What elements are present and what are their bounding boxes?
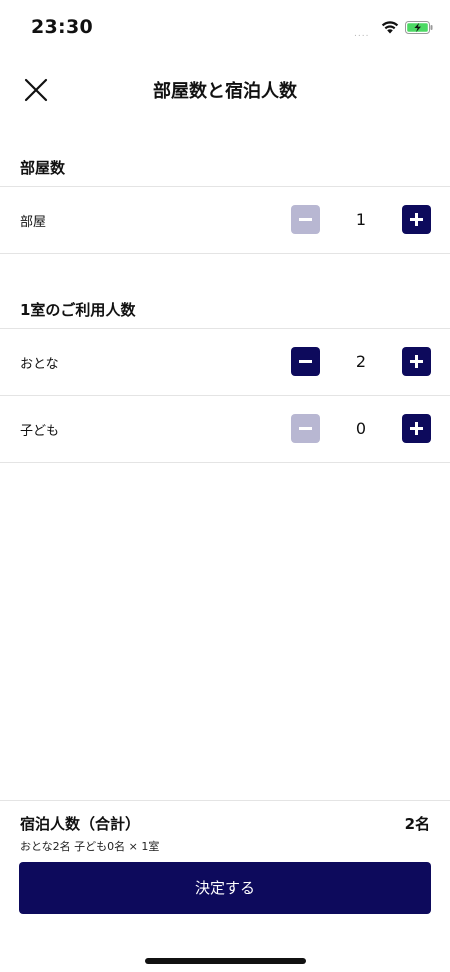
minus-icon (299, 427, 312, 430)
guests-section-heading: 1室のご利用人数 (20, 301, 136, 319)
children-increment-button[interactable] (402, 414, 431, 443)
children-stepper: 0 (291, 414, 431, 444)
minus-icon (299, 360, 312, 363)
guest-breakdown: おとな2名 子ども0名 × 1室 (20, 840, 160, 853)
children-count-value: 0 (355, 419, 367, 438)
children-row: 子ども 0 (0, 396, 450, 462)
confirm-button[interactable]: 決定する (19, 862, 431, 914)
adults-row: おとな 2 (0, 329, 450, 395)
divider (0, 800, 450, 801)
adults-label: おとな (20, 357, 59, 372)
room-count-stepper: 1 (291, 205, 431, 235)
header: 部屋数と宿泊人数 (0, 64, 450, 116)
room-decrement-button[interactable] (291, 205, 320, 234)
divider (0, 253, 450, 254)
room-increment-button[interactable] (402, 205, 431, 234)
divider (0, 462, 450, 463)
rooms-section-heading: 部屋数 (20, 159, 66, 177)
adults-stepper: 2 (291, 347, 431, 377)
total-guests-label: 宿泊人数（合計） (20, 815, 141, 833)
total-guests-value: 2名 (404, 815, 430, 833)
battery-charging-icon (405, 21, 433, 34)
signal-icon: .... (354, 29, 370, 39)
status-bar: 23:30 .... (0, 0, 450, 54)
adults-decrement-button[interactable] (291, 347, 320, 376)
adults-increment-button[interactable] (402, 347, 431, 376)
room-count-row: 部屋 1 (0, 187, 450, 253)
children-label: 子ども (20, 424, 60, 439)
wifi-icon (381, 21, 399, 34)
minus-icon (299, 218, 312, 221)
page-title: 部屋数と宿泊人数 (153, 81, 297, 102)
status-time: 23:30 (31, 16, 93, 38)
room-count-value: 1 (355, 210, 367, 229)
children-decrement-button[interactable] (291, 414, 320, 443)
adults-count-value: 2 (355, 352, 367, 371)
home-indicator[interactable] (145, 958, 306, 964)
room-count-label: 部屋 (20, 215, 47, 230)
